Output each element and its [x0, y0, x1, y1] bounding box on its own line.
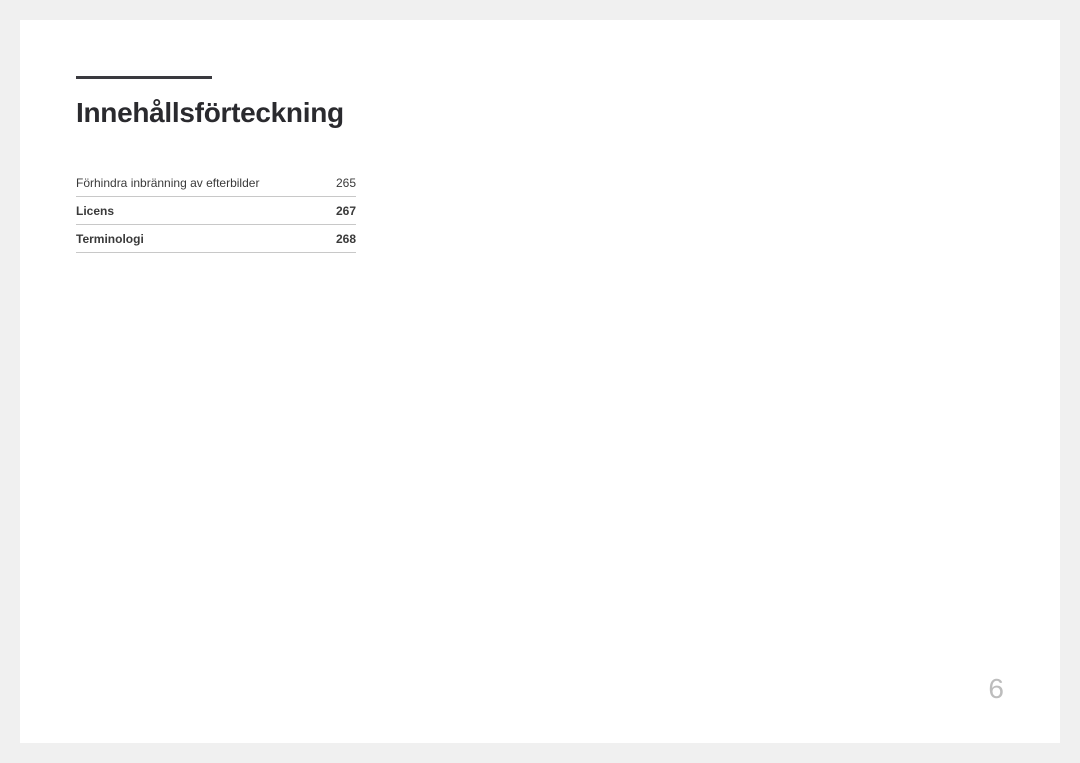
document-page: Innehållsförteckning Förhindra inbrännin… — [20, 20, 1060, 743]
toc-row: Förhindra inbränning av efterbilder 265 — [76, 169, 356, 197]
table-of-contents: Förhindra inbränning av efterbilder 265 … — [76, 169, 356, 253]
toc-page-number: 265 — [326, 176, 356, 190]
toc-label: Licens — [76, 204, 326, 218]
toc-label: Terminologi — [76, 232, 326, 246]
header-rule — [76, 76, 212, 79]
toc-row: Terminologi 268 — [76, 225, 356, 253]
page-number: 6 — [988, 673, 1004, 705]
page-title: Innehållsförteckning — [76, 97, 1004, 129]
toc-row: Licens 267 — [76, 197, 356, 225]
toc-page-number: 268 — [326, 232, 356, 246]
toc-label: Förhindra inbränning av efterbilder — [76, 176, 326, 190]
toc-page-number: 267 — [326, 204, 356, 218]
